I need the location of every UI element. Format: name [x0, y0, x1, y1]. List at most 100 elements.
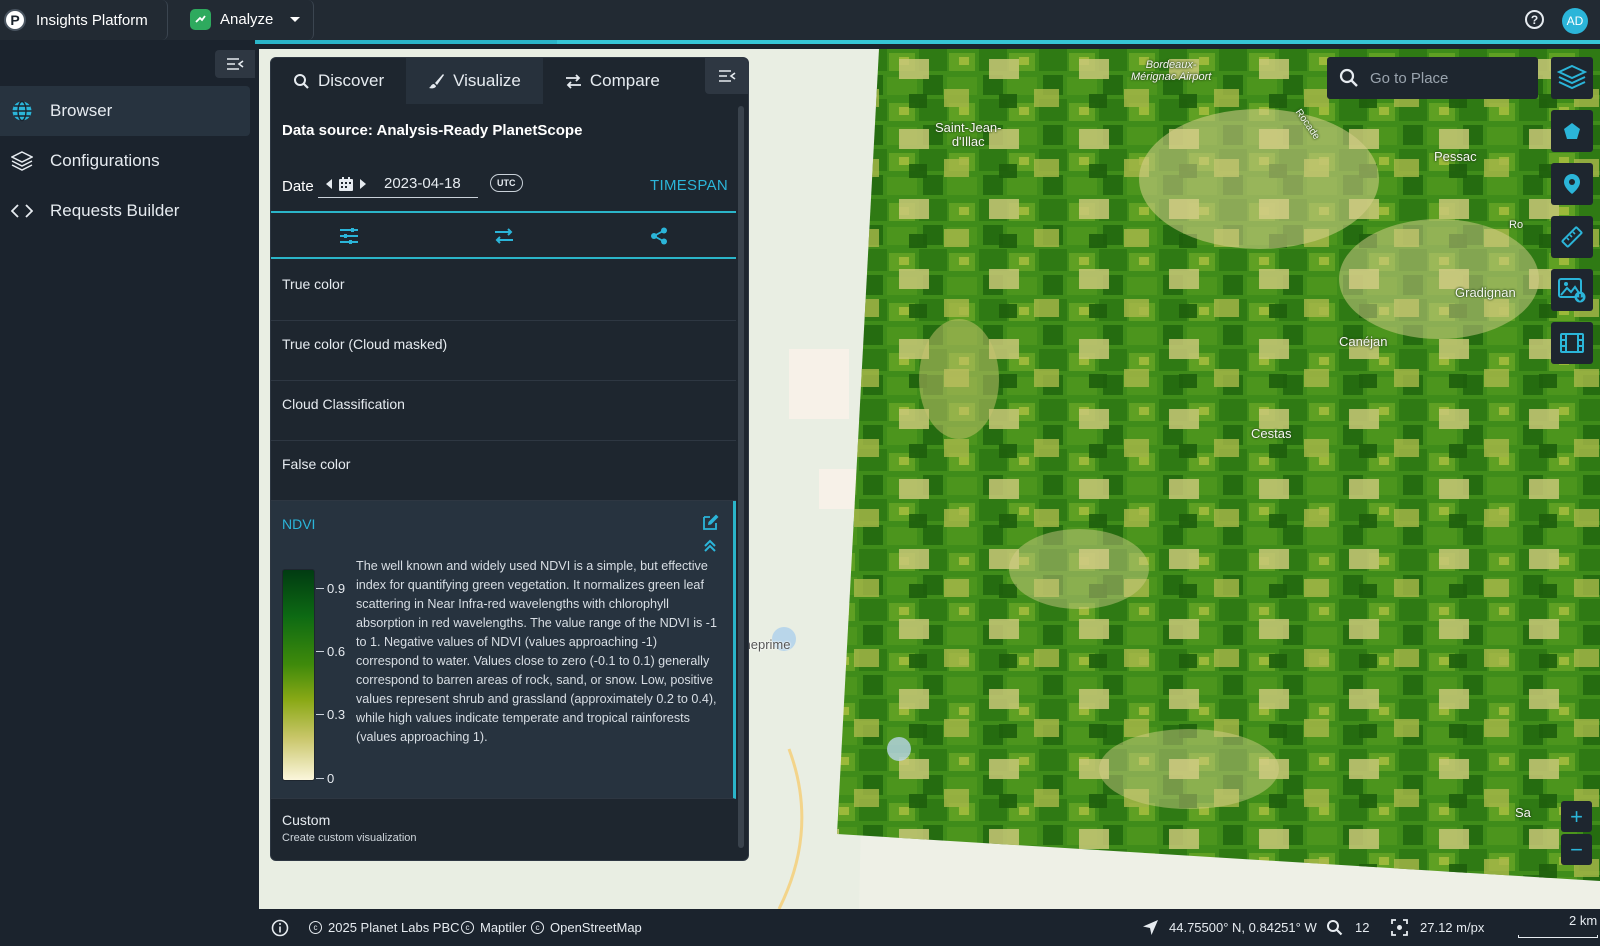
ndvi-description: The well known and widely used NDVI is a…	[356, 559, 717, 744]
ruler-icon	[1561, 226, 1583, 248]
image-download-icon	[1558, 278, 1586, 303]
search-icon[interactable]	[1327, 57, 1370, 99]
timelapse-button[interactable]	[1551, 322, 1593, 364]
code-icon	[10, 199, 34, 223]
film-icon	[1560, 333, 1584, 353]
previous-date-icon[interactable]	[326, 178, 332, 189]
layer-true-color[interactable]: True color	[271, 261, 736, 321]
legend-tick	[316, 651, 324, 652]
divider	[271, 257, 736, 259]
pentagon-icon	[1564, 123, 1580, 139]
attribution-osm[interactable]: c OpenStreetMap	[531, 920, 642, 935]
next-date-icon[interactable]	[360, 178, 366, 189]
layers-button[interactable]	[1551, 57, 1593, 99]
copyright-icon: c	[531, 921, 544, 934]
scale-bar	[1518, 935, 1598, 938]
map-pin-icon	[1564, 174, 1580, 194]
resolution: 27.12 m/px	[1391, 919, 1484, 936]
layers-icon	[1557, 64, 1587, 90]
tab-label: Compare	[589, 71, 660, 90]
date-value[interactable]: 2023-04-18	[384, 175, 461, 192]
go-to-place-search[interactable]	[1327, 57, 1538, 99]
divider	[162, 0, 168, 40]
date-label: Date	[282, 178, 314, 195]
top-bar: P Insights Platform Analyze ? AD	[0, 0, 1600, 44]
nav-label: Configurations	[50, 151, 160, 170]
place-marker-button[interactable]	[1551, 163, 1593, 205]
help-icon[interactable]: ?	[1525, 10, 1544, 29]
info-icon[interactable]	[271, 919, 289, 937]
zoom-in-button[interactable]: +	[1561, 801, 1592, 832]
date-picker[interactable]: 2023-04-18	[318, 170, 478, 198]
map-label: Pessac	[1434, 149, 1477, 164]
data-source: Data source: Analysis-Ready PlanetScope	[282, 122, 582, 139]
map-label: Bordeaux- Mérignac Airport	[1131, 59, 1212, 83]
collapse-sidebar-button[interactable]	[215, 50, 255, 78]
app-switcher[interactable]: Analyze	[190, 9, 301, 30]
visualize-panel: Discover Visualize Compare Data source: …	[270, 57, 749, 861]
collapse-panel-button[interactable]	[705, 58, 748, 94]
custom-subtitle: Create custom visualization	[282, 832, 417, 844]
progress-bar-highlight	[557, 40, 1600, 44]
panel-scrollbar[interactable]	[738, 106, 744, 848]
zoom-out-button[interactable]: −	[1561, 834, 1592, 865]
legend-tick-label: 0.9	[327, 581, 346, 596]
layer-true-color-cloud-masked[interactable]: True color (Cloud masked)	[271, 321, 736, 381]
nav-item-configurations[interactable]: Configurations	[0, 136, 250, 186]
app-name: Analyze	[220, 11, 274, 28]
map-label: Saint-Jean- d'Illac	[935, 120, 1002, 149]
panel-tabs: Discover Visualize Compare	[271, 58, 748, 104]
tab-visualize[interactable]: Visualize	[406, 58, 543, 104]
status-bar: c 2025 Planet Labs PBC c Maptiler c Open…	[259, 909, 1600, 946]
utc-badge: UTC	[490, 174, 523, 192]
collapse-icon	[718, 70, 735, 82]
data-source-value: Analysis-Ready PlanetScope	[376, 122, 583, 139]
nav-item-browser[interactable]: Browser	[0, 86, 250, 136]
map-label: Cestas	[1251, 426, 1292, 441]
focus-icon	[1391, 919, 1408, 936]
legend-tick-label: 0.3	[327, 707, 346, 722]
globe-icon	[10, 99, 34, 123]
tab-discover[interactable]: Discover	[271, 58, 406, 104]
layer-false-color[interactable]: False color	[271, 441, 736, 501]
nav-item-requests-builder[interactable]: Requests Builder	[0, 186, 250, 236]
left-nav: Browser Configurations Requests Builder	[0, 44, 255, 946]
share-icon	[650, 227, 667, 245]
nav-label: Requests Builder	[50, 201, 180, 220]
map-label: Canéjan	[1339, 334, 1388, 349]
ndvi-legend: 0.9 0.6 0.3 0	[282, 569, 362, 786]
tab-compare[interactable]: Compare	[543, 58, 682, 104]
layer-ndvi[interactable]: NDVI 0.9 0.6 0.3 0 The well known and wi…	[271, 501, 736, 799]
layer-list: True color True color (Cloud masked) Clo…	[271, 261, 736, 857]
attribution-maptiler[interactable]: c Maptiler	[461, 920, 526, 935]
chevron-down-icon	[290, 17, 301, 22]
avatar[interactable]: AD	[1562, 8, 1588, 34]
measure-button[interactable]	[1551, 216, 1593, 258]
map-label: Gradignan	[1455, 285, 1516, 300]
swap-icon	[494, 228, 513, 244]
download-image-button[interactable]	[1551, 269, 1593, 311]
timespan-button[interactable]: TIMESPAN	[650, 177, 728, 194]
chevron-up-icon[interactable]	[704, 539, 716, 553]
map-label: Sa	[1515, 805, 1531, 820]
layer-custom[interactable]: Custom Create custom visualization	[271, 799, 736, 857]
custom-title: Custom	[282, 812, 331, 828]
coordinates: 44.75500° N, 0.84251° W	[1142, 919, 1317, 936]
swap-layers-button[interactable]	[426, 213, 581, 259]
draw-polygon-button[interactable]	[1551, 110, 1593, 152]
edit-icon[interactable]	[702, 513, 720, 531]
ndvi-color-ramp	[282, 569, 315, 781]
search-input[interactable]	[1370, 69, 1530, 87]
brand[interactable]: P Insights Platform	[4, 9, 148, 31]
effects-button[interactable]	[271, 213, 426, 259]
legend-tick	[316, 778, 324, 779]
share-button[interactable]	[581, 213, 736, 259]
zoom-level: 12	[1326, 919, 1369, 936]
data-source-label: Data source:	[282, 122, 373, 139]
attribution-planet[interactable]: c 2025 Planet Labs PBC	[309, 920, 460, 935]
layer-cloud-classification[interactable]: Cloud Classification	[271, 381, 736, 441]
brush-icon	[429, 73, 445, 88]
legend-tick	[316, 714, 324, 715]
brand-logo-icon: P	[4, 9, 26, 31]
calendar-icon[interactable]	[338, 176, 354, 192]
